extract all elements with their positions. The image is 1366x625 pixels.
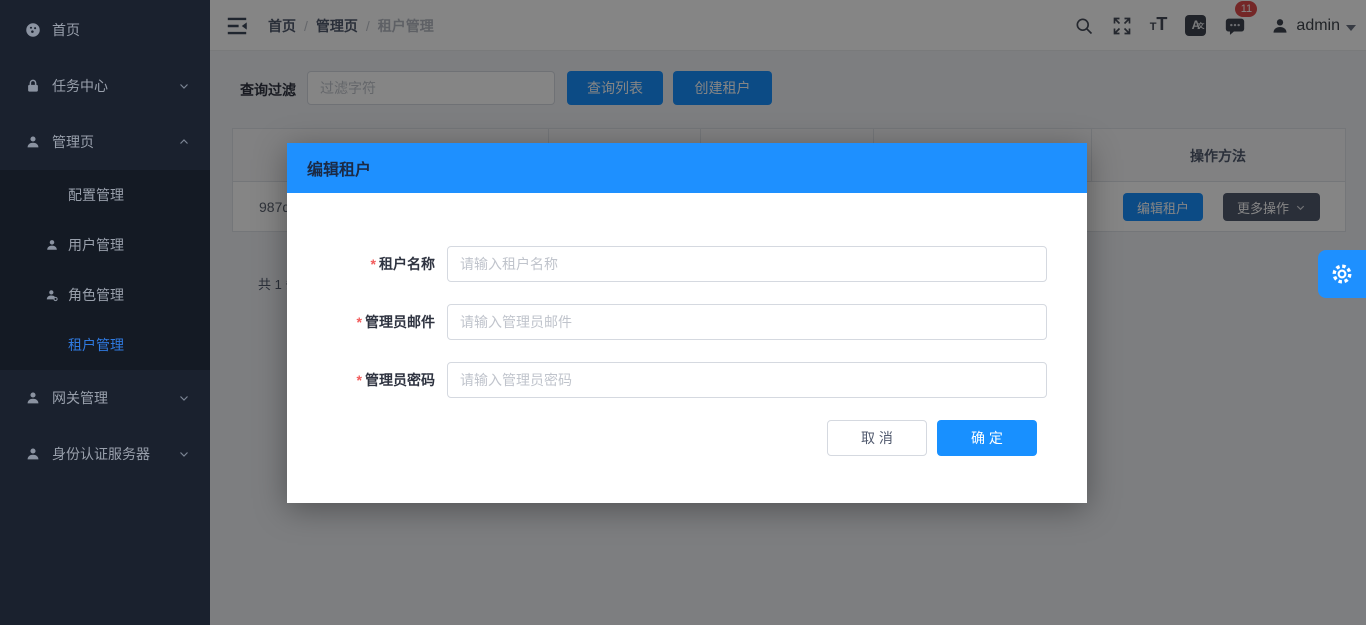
form-row-tenant-name: *租户名称 [287,246,435,282]
tenant-name-input[interactable] [447,246,1047,282]
required-asterisk: * [371,256,376,272]
sidebar-item-role-mgmt[interactable]: 角色管理 [0,270,210,320]
sidebar: 首页 任务中心 管理页 配置管理 [0,0,210,625]
app-root: 首页 任务中心 管理页 配置管理 [0,0,1366,625]
settings-gear-button[interactable] [1318,250,1366,298]
chevron-up-icon [178,136,190,148]
sidebar-item-user-mgmt[interactable]: 用户管理 [0,220,210,270]
user-icon [24,445,42,463]
user-icon [24,389,42,407]
admin-password-input[interactable] [447,362,1047,398]
sidebar-item-config-mgmt[interactable]: 配置管理 [0,170,210,220]
chevron-down-icon [178,392,190,404]
sidebar-submenu: 配置管理 用户管理 角色管理 租户管理 [0,170,210,370]
required-asterisk: * [357,314,362,330]
user-icon [24,133,42,151]
sidebar-item-home[interactable]: 首页 [0,2,210,58]
tenant-name-label: *租户名称 [287,254,435,274]
dashboard-icon [24,21,42,39]
sidebar-item-label: 网关管理 [52,388,108,408]
sidebar-item-label: 任务中心 [52,76,108,96]
role-icon [44,287,60,303]
sidebar-item-label: 首页 [52,20,80,40]
sidebar-item-admin-page[interactable]: 管理页 [0,114,210,170]
form-row-admin-email: *管理员邮件 [287,304,435,340]
lock-icon [24,77,42,95]
sidebar-subitem-label: 角色管理 [68,285,124,305]
cancel-button[interactable]: 取 消 [827,420,927,456]
sidebar-item-task-center[interactable]: 任务中心 [0,58,210,114]
sidebar-item-identity-server[interactable]: 身份认证服务器 [0,426,210,482]
admin-email-input[interactable] [447,304,1047,340]
gear-icon [1329,261,1355,287]
admin-password-label: *管理员密码 [287,370,435,390]
confirm-button[interactable]: 确 定 [937,420,1037,456]
user-icon [44,237,60,253]
sidebar-subitem-label: 租户管理 [68,335,124,355]
modal-title: 编辑租户 [307,156,371,180]
admin-email-label: *管理员邮件 [287,312,435,332]
sidebar-subitem-label: 用户管理 [68,235,124,255]
sidebar-subitem-label: 配置管理 [68,185,124,205]
sidebar-item-gateway-mgmt[interactable]: 网关管理 [0,370,210,426]
required-asterisk: * [357,372,362,388]
sidebar-item-tenant-mgmt[interactable]: 租户管理 [0,320,210,370]
edit-tenant-modal: 编辑租户 *租户名称 *管理员邮件 *管理员密码 取 消 确 定 [287,143,1087,503]
sidebar-item-label: 身份认证服务器 [52,444,150,464]
chevron-down-icon [178,448,190,460]
form-row-admin-password: *管理员密码 [287,362,435,398]
chevron-down-icon [178,80,190,92]
sidebar-item-label: 管理页 [52,132,94,152]
modal-header: 编辑租户 [287,143,1087,193]
